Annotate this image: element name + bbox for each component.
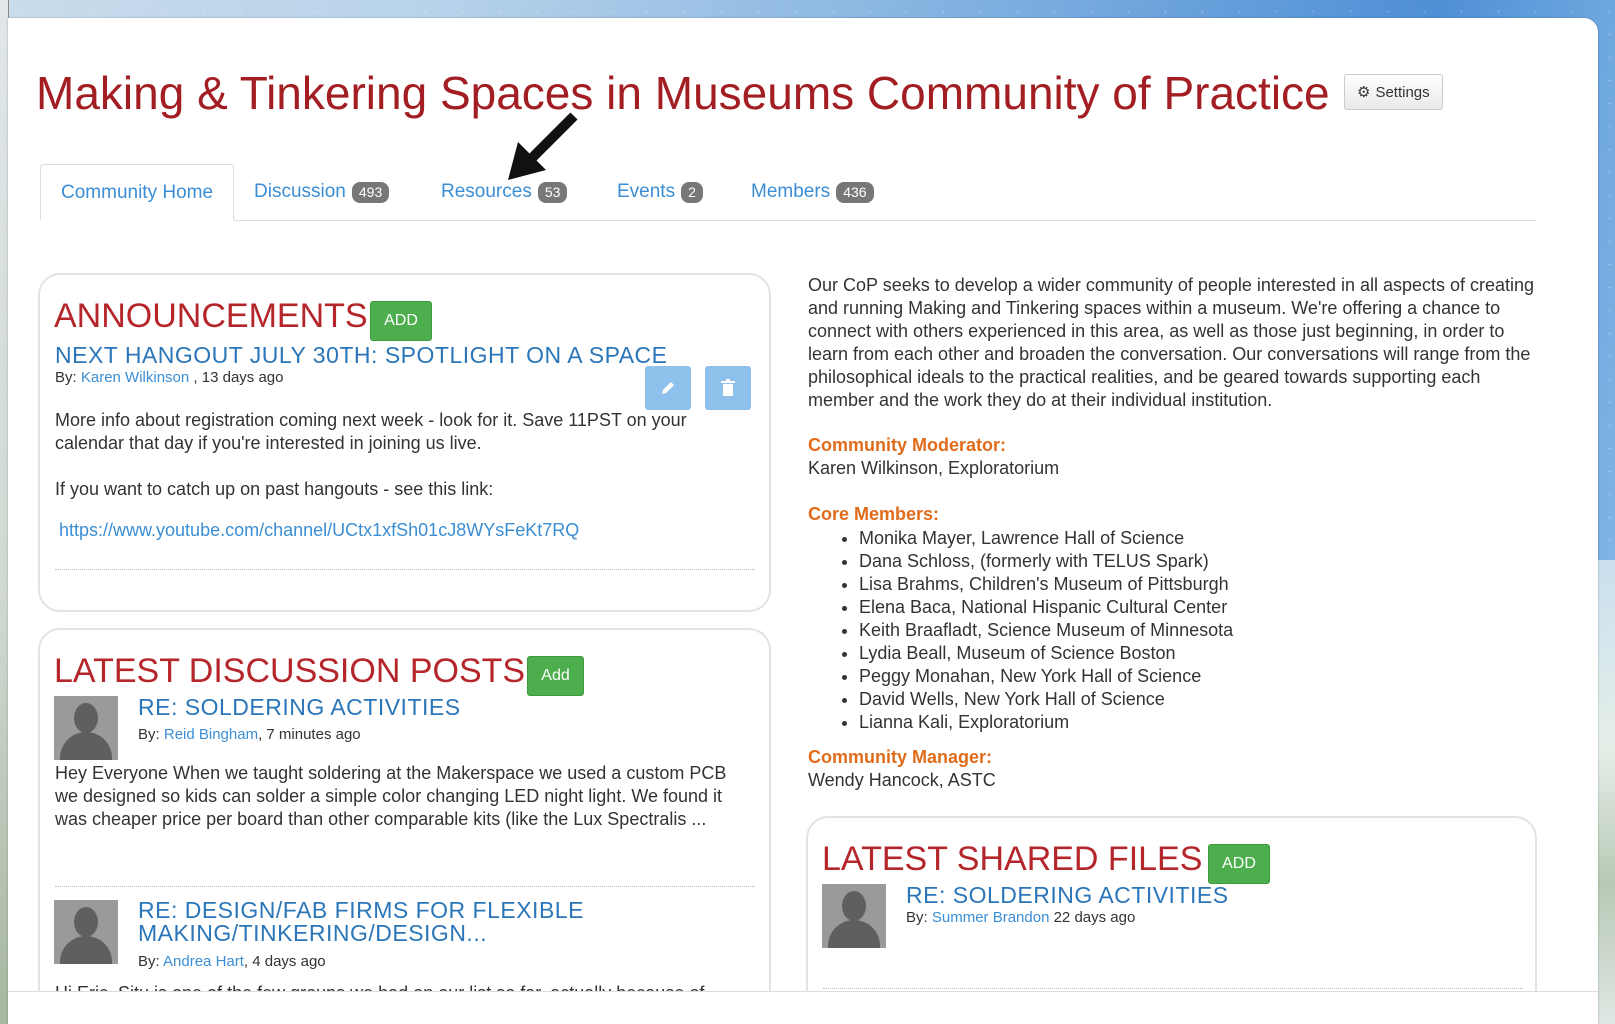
announcement-post-title[interactable]: NEXT HANGOUT JULY 30TH: SPOTLIGHT ON A S…: [55, 342, 668, 369]
announcement-paragraph: More info about registration coming next…: [55, 410, 687, 453]
list-item: Peggy Monahan, New York Hall of Science: [859, 665, 1233, 688]
list-item: Dana Schloss, (formerly with TELUS Spark…: [859, 550, 1233, 573]
community-description: Our CoP seeks to develop a wider communi…: [808, 275, 1535, 410]
tab-resources[interactable]: Resources 53: [441, 164, 568, 220]
avatar[interactable]: [54, 900, 118, 964]
list-item: Lisa Brahms, Children's Museum of Pittsb…: [859, 573, 1233, 596]
moderator-label: Community Moderator:: [808, 435, 1006, 455]
tab-members[interactable]: Members 436: [751, 164, 874, 220]
author-link[interactable]: Karen Wilkinson: [81, 369, 189, 386]
page-content: Making & Tinkering Spaces in Museums Com…: [8, 18, 1598, 1024]
tab-label: Discussion: [254, 181, 346, 202]
announcement-byline: By: Karen Wilkinson , 13 days ago: [55, 369, 284, 386]
list-item: Monika Mayer, Lawrence Hall of Science: [859, 527, 1233, 550]
count-badge: 2: [681, 181, 703, 203]
discussion-byline: By: Reid Bingham, 7 minutes ago: [138, 726, 361, 743]
count-badge: 53: [537, 181, 568, 203]
manager-label: Community Manager:: [808, 747, 993, 767]
community-tabs: Community Home Discussion 493 Resources …: [40, 164, 1536, 221]
tab-label: Members: [751, 181, 831, 202]
settings-label: Settings: [1375, 83, 1430, 101]
tab-events[interactable]: Events 2: [617, 164, 703, 220]
count-badge: 436: [836, 181, 874, 203]
background-foliage: [1597, 560, 1615, 1024]
discussion-panel: LATEST DISCUSSION POSTS Add RE: SOLDERIN…: [38, 628, 771, 1024]
shared-file-title[interactable]: RE: SOLDERING ACTIVITIES: [906, 882, 1229, 909]
author-link[interactable]: Reid Bingham: [164, 726, 258, 743]
count-badge: 493: [351, 181, 390, 203]
page-title: Making & Tinkering Spaces in Museums Com…: [36, 67, 1330, 119]
youtube-link[interactable]: https://www.youtube.com/channel/UCtx1xfS…: [59, 520, 579, 541]
announcements-title: ANNOUNCEMENTS: [54, 297, 368, 335]
discussion-excerpt: Hey Everyone When we taught soldering at…: [55, 763, 727, 829]
avatar[interactable]: [54, 696, 118, 760]
shared-files-title: LATEST SHARED FILES: [822, 840, 1203, 878]
edit-button[interactable]: [645, 366, 691, 410]
add-discussion-button[interactable]: Add: [527, 656, 584, 696]
author-link[interactable]: Summer Brandon: [932, 909, 1050, 926]
tab-label: Resources: [441, 181, 532, 202]
tab-label: Community Home: [61, 181, 214, 203]
moderator-name: Karen Wilkinson, Exploratorium: [808, 458, 1060, 478]
list-item: David Wells, New York Hall of Science: [859, 688, 1233, 711]
discussion-post-title[interactable]: RE: SOLDERING ACTIVITIES: [138, 694, 461, 721]
tab-label: Events: [617, 181, 676, 202]
settings-button[interactable]: ⚙ Settings: [1344, 74, 1443, 110]
author-link[interactable]: Andrea Hart: [163, 953, 244, 970]
shared-file-byline: By: Summer Brandon 22 days ago: [906, 909, 1136, 926]
core-members-label: Core Members:: [808, 504, 940, 524]
delete-button[interactable]: [705, 366, 751, 410]
discussion-byline: By: Andrea Hart, 4 days ago: [138, 953, 326, 970]
announcements-panel: ANNOUNCEMENTS ADD NEXT HANGOUT JULY 30TH…: [38, 273, 771, 612]
pencil-icon: [662, 382, 674, 394]
core-members-list: Monika Mayer, Lawrence Hall of Science D…: [808, 527, 1233, 734]
divider: [823, 988, 1523, 989]
trash-icon: [721, 379, 735, 396]
add-file-button[interactable]: ADD: [1208, 844, 1270, 884]
tab-community-home[interactable]: Community Home: [40, 164, 235, 221]
gear-icon: ⚙: [1357, 84, 1371, 101]
avatar[interactable]: [822, 884, 886, 948]
divider: [55, 886, 755, 887]
discussion-post-title[interactable]: RE: DESIGN/FAB FIRMS FOR FLEXIBLE MAKING…: [138, 899, 584, 945]
divider: [55, 569, 755, 570]
list-item: Keith Braafladt, Science Museum of Minne…: [859, 619, 1233, 642]
list-item: Lianna Kali, Exploratorium: [859, 711, 1233, 734]
tab-discussion[interactable]: Discussion 493: [254, 164, 390, 220]
announcement-paragraph: If you want to catch up on past hangouts…: [55, 479, 494, 499]
discussion-title: LATEST DISCUSSION POSTS: [54, 652, 526, 690]
add-announcement-button[interactable]: ADD: [370, 301, 432, 341]
page-bottom-edge: [8, 991, 1598, 1024]
manager-name: Wendy Hancock, ASTC: [808, 770, 996, 790]
list-item: Elena Baca, National Hispanic Cultural C…: [859, 596, 1233, 619]
list-item: Lydia Beall, Museum of Science Boston: [859, 642, 1233, 665]
